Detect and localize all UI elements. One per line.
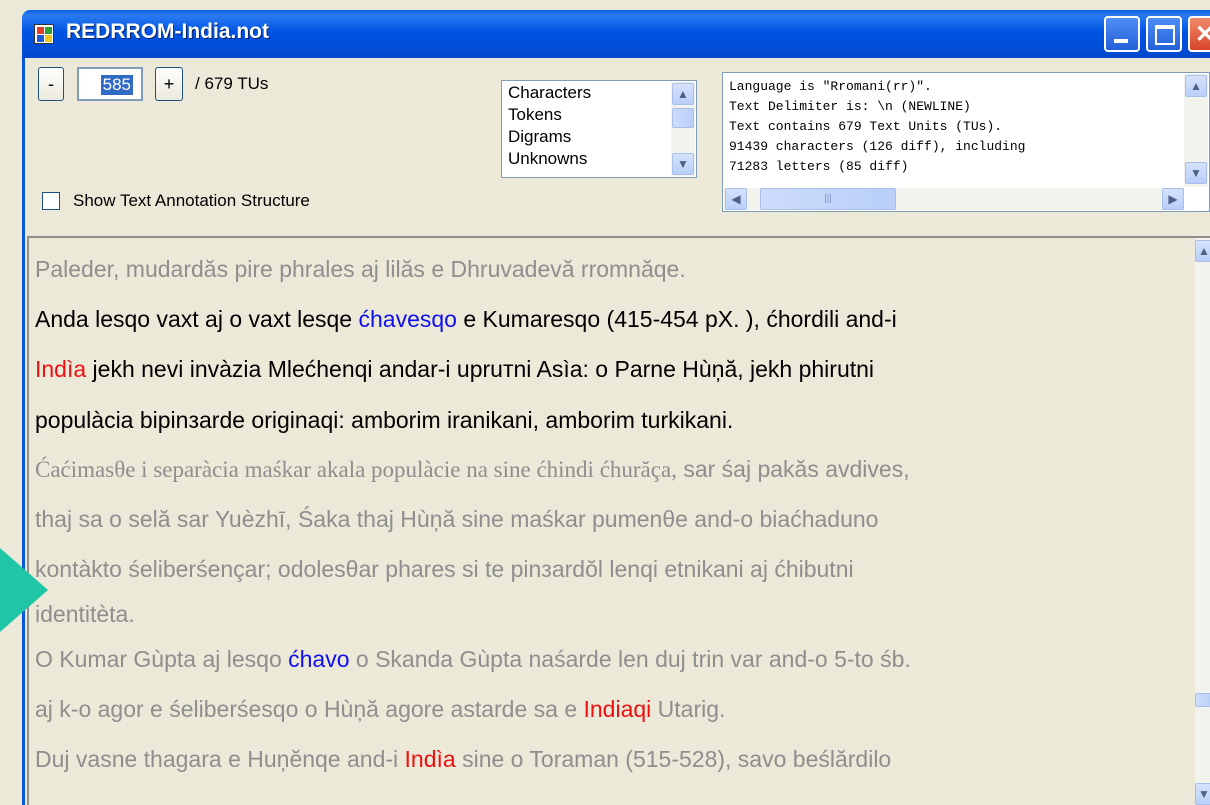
scroll-up-icon[interactable]: ▲ [1195,240,1210,262]
list-item[interactable]: Unknowns [508,149,587,169]
listbox-scrollbar[interactable]: ▲ ▼ [671,82,695,176]
scroll-left-icon[interactable]: ◀ [725,188,747,210]
highlighted-token: Indiaqi [583,696,652,722]
close-button[interactable] [1188,16,1210,52]
tu-number-input[interactable]: 585 [77,67,143,101]
text-line: identitèta. [35,601,135,627]
info-line: Language is "Rromani(rr)". [729,79,932,94]
highlighted-token: Indìa [35,356,87,382]
next-tu-button[interactable]: + [155,67,183,101]
scroll-up-icon[interactable]: ▲ [1185,75,1207,97]
info-vertical-scrollbar[interactable]: ▲ ▼ [1184,74,1208,187]
text-line: Indìa jekh nevi invàzia Mlećhenqi andar-… [35,356,875,382]
info-horizontal-scrollbar[interactable]: ◀ ||| ▶ [724,188,1184,210]
main-client-area: - 585 + / 679 TUs Show Text Annotation S… [22,58,1210,805]
scroll-down-icon[interactable]: ▼ [1185,162,1207,184]
text-line: populàcia bipinзarde originaqi: amborim … [35,407,734,433]
text-scroll-thumb[interactable] [1195,693,1210,707]
info-hscroll-thumb[interactable]: ||| [760,188,896,210]
text-line: aj k-o agor e śeliberśesqo o Hùņă agore … [35,696,726,722]
previous-tu-button[interactable]: - [38,67,64,101]
window-title: REDRROM-India.not [66,20,269,43]
highlighted-token: ćhavo [288,646,350,672]
list-item[interactable]: Digrams [508,127,571,147]
scroll-up-icon[interactable]: ▲ [672,83,694,105]
corpus-info-textbox[interactable]: Language is "Rromani(rr)". Text Delimite… [722,72,1210,212]
minimize-button[interactable] [1104,16,1140,52]
listbox-scroll-thumb[interactable] [672,108,694,128]
text-display-panel[interactable]: Paleder, mudardăs pire phrales aj lilăs … [27,236,1210,805]
text-panel-scrollbar[interactable]: ▲ ▼ [1195,238,1210,805]
scroll-down-icon[interactable]: ▼ [672,153,694,175]
info-line: 91439 characters (126 diff), including [729,139,1026,154]
maximize-button[interactable] [1146,16,1182,52]
title-bar[interactable]: REDRROM-India.not [22,10,1210,58]
highlighted-token: Indìa [404,746,456,772]
info-line: Text contains 679 Text Units (TUs). [729,119,1003,134]
info-line: Text Delimiter is: \n (NEWLINE) [729,99,971,114]
highlighted-token: ćhavesqo [358,306,457,332]
list-item[interactable]: Characters [508,83,591,103]
pointer-arrow-icon [0,548,48,632]
view-mode-listbox[interactable]: Characters Tokens Digrams Unknowns ▲ ▼ [501,80,697,178]
text-line: Duj vasne thagara e Huņĕnqe and-i Indìa … [35,746,892,772]
text-line: Anda lesqo vaxt aj o vaxt lesqe ćhavesqo… [35,306,897,332]
app-icon [34,24,54,44]
text-line: kontàkto śeliberśençar; odolesθar phares… [35,556,854,582]
show-annotation-label: Show Text Annotation Structure [73,191,310,210]
scroll-right-icon[interactable]: ▶ [1162,188,1184,210]
text-line: Paleder, mudardăs pire phrales aj lilăs … [35,256,686,282]
text-line: thaj sa o selă sar Yuèzhī, Śaka thaj Hùņ… [35,506,879,532]
text-line: O Kumar Gùpta aj lesqo ćhavo o Skanda Gù… [35,646,911,672]
text-line: Ćaćimasθe i separàcia maśkar akala popul… [35,456,910,482]
tu-total-label: / 679 TUs [195,74,269,93]
list-item[interactable]: Tokens [508,105,562,125]
show-annotation-checkbox[interactable] [42,192,60,210]
info-line: 71283 letters (85 diff) [729,159,909,174]
scroll-down-icon[interactable]: ▼ [1195,783,1210,805]
tu-number-value: 585 [100,75,133,95]
